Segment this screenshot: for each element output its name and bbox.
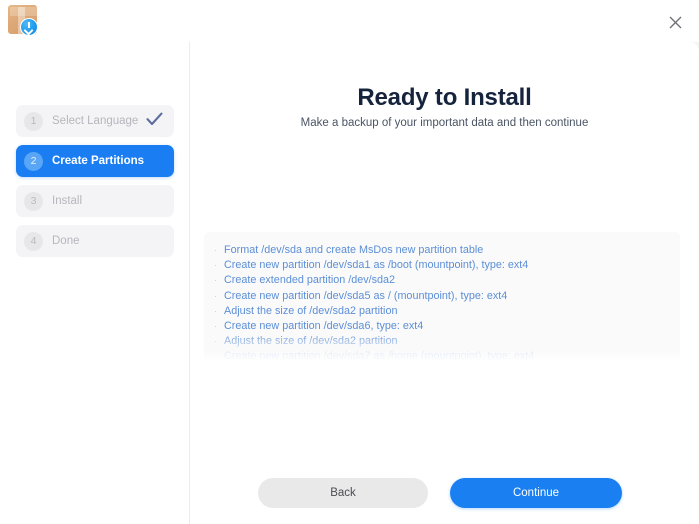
bullet-icon: · <box>214 351 217 362</box>
step-number-badge: 2 <box>24 151 43 171</box>
bullet-icon: · <box>214 260 217 271</box>
operation-text: Create new partition /dev/sda1 as /boot … <box>224 259 529 272</box>
bullet-icon: · <box>214 245 217 255</box>
operation-list-item: · Format /dev/sda and create MsDos new pa… <box>204 243 680 258</box>
installer-window: 1 Select Language 2 Create Partitions 3 … <box>0 42 699 524</box>
page-subtitle: Make a backup of your important data and… <box>300 117 589 129</box>
operation-text: Adjust the size of /dev/sda2 partition <box>224 304 398 317</box>
operations-list[interactable]: · Format /dev/sda and create MsDos new pa… <box>204 232 680 362</box>
operation-text: Create new partition /dev/sda7 as /home … <box>224 350 535 362</box>
close-icon[interactable] <box>663 10 687 34</box>
step-number-badge: 1 <box>24 111 43 131</box>
bullet-icon: · <box>214 275 217 286</box>
operation-list-item: · Create new partition /dev/sda5 as / (mo… <box>204 289 680 304</box>
continue-button[interactable]: Continue <box>450 478 622 508</box>
sidebar-item-create-partitions[interactable]: 2 Create Partitions <box>16 145 174 177</box>
check-icon <box>146 112 163 126</box>
sidebar-item-install[interactable]: 3 Install <box>16 185 174 217</box>
download-arrow-badge-icon <box>20 18 38 36</box>
sidebar-item-label: Install <box>52 195 83 207</box>
operation-list-item: · Adjust the size of /dev/sda2 partition <box>204 334 680 349</box>
package-download-icon <box>6 3 40 37</box>
operation-text: Format /dev/sda and create MsDos new par… <box>224 244 484 256</box>
step-number-badge: 3 <box>24 191 43 211</box>
desktop-root: 1 Select Language 2 Create Partitions 3 … <box>0 0 699 524</box>
operation-list-item: · Create new partition /dev/sda6, type: e… <box>204 319 680 334</box>
main-content: Ready to Install Make a backup of your i… <box>190 42 699 524</box>
operation-text: Create new partition /dev/sda5 as / (mou… <box>224 289 508 302</box>
window-titlebar <box>0 0 699 42</box>
sidebar-item-label: Select Language <box>52 115 139 127</box>
operation-text: Create new partition /dev/sda6, type: ex… <box>224 319 424 332</box>
step-number-badge: 4 <box>24 231 43 251</box>
bullet-icon: · <box>214 305 217 316</box>
bullet-icon: · <box>214 320 217 331</box>
back-button[interactable]: Back <box>258 478 428 508</box>
sidebar-item-label: Create Partitions <box>52 155 145 167</box>
operation-list-item: · Create new partition /dev/sda1 as /boot… <box>204 258 680 273</box>
bullet-icon: · <box>214 336 217 347</box>
page-title: Ready to Install <box>357 84 532 111</box>
bullet-icon: · <box>214 290 217 301</box>
operation-list-item: · Adjust the size of /dev/sda2 partition <box>204 304 680 319</box>
step-sidebar: 1 Select Language 2 Create Partitions 3 … <box>0 42 190 524</box>
operation-list-item: · Create extended partition /dev/sda2 <box>204 273 680 288</box>
operation-text: Adjust the size of /dev/sda2 partition <box>224 335 398 348</box>
operation-list-item: · Create new partition /dev/sda7 as /home… <box>204 349 680 362</box>
operation-text: Create extended partition /dev/sda2 <box>224 274 396 287</box>
sidebar-item-label: Done <box>52 235 80 247</box>
sidebar-item-done[interactable]: 4 Done <box>16 225 174 257</box>
sidebar-item-select-language[interactable]: 1 Select Language <box>16 105 174 137</box>
